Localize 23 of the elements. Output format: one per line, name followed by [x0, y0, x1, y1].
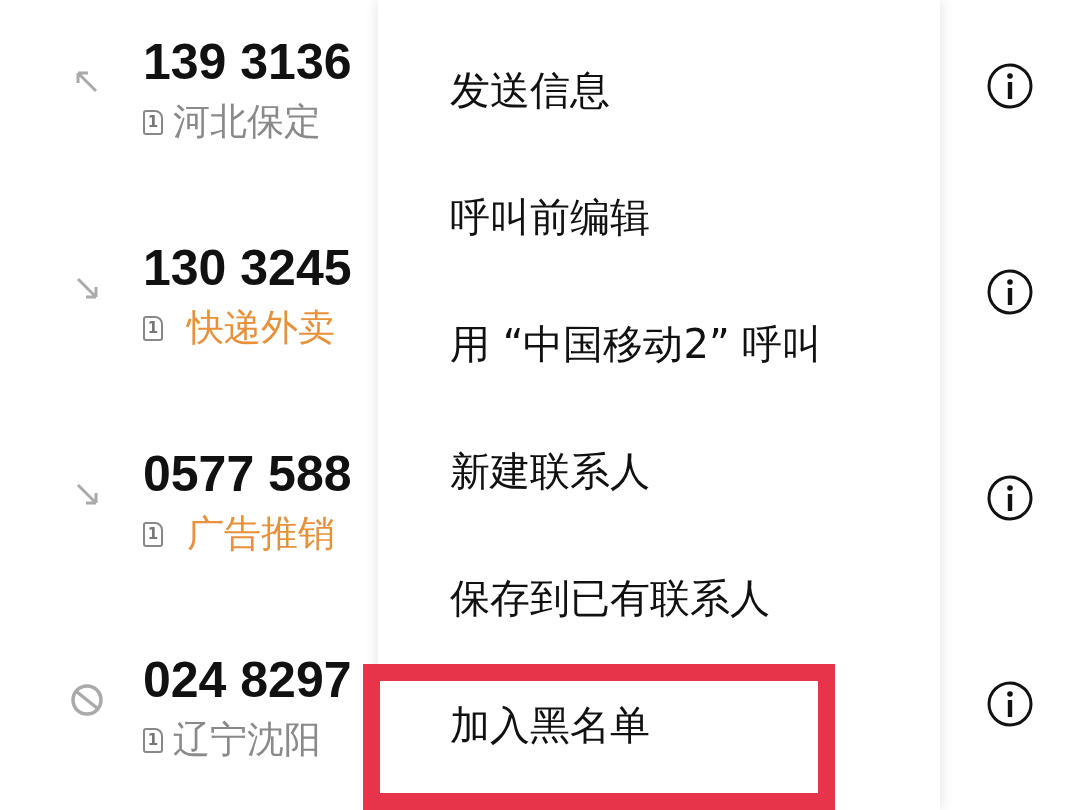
menu-item[interactable]: 呼叫前编辑 — [450, 190, 650, 245]
location-text: 河北保定 — [172, 100, 321, 144]
info-icon[interactable] — [986, 474, 1034, 522]
number-tag: 快递外卖 — [163, 306, 335, 350]
sim-badge: 1 — [143, 315, 163, 341]
info-icon[interactable] — [986, 680, 1034, 728]
number-tag: 广告推销 — [163, 512, 335, 556]
info-icon[interactable] — [986, 268, 1034, 316]
phone-number: 139 3136 — [143, 33, 352, 92]
info-icon[interactable] — [986, 62, 1034, 110]
blocked-icon — [69, 683, 104, 717]
phone-number: 130 3245 — [143, 239, 352, 298]
sim-badge: 1 — [143, 727, 163, 753]
menu-item[interactable]: 新建联系人 — [450, 444, 650, 499]
sim-badge: 1 — [143, 109, 163, 135]
sim-badge: 1 — [143, 521, 163, 547]
menu-item[interactable]: 加入黑名单 — [450, 698, 650, 753]
menu-item[interactable]: 用 “中国移动2” 呼叫 — [450, 317, 823, 372]
location-text: 辽宁沈阳 — [172, 718, 321, 762]
menu-item[interactable]: 发送信息 — [450, 63, 610, 118]
menu-item[interactable]: 保存到已有联系人 — [450, 571, 770, 626]
phone-number: 024 8297 — [143, 651, 352, 710]
phone-number: 0577 588 — [143, 445, 352, 504]
